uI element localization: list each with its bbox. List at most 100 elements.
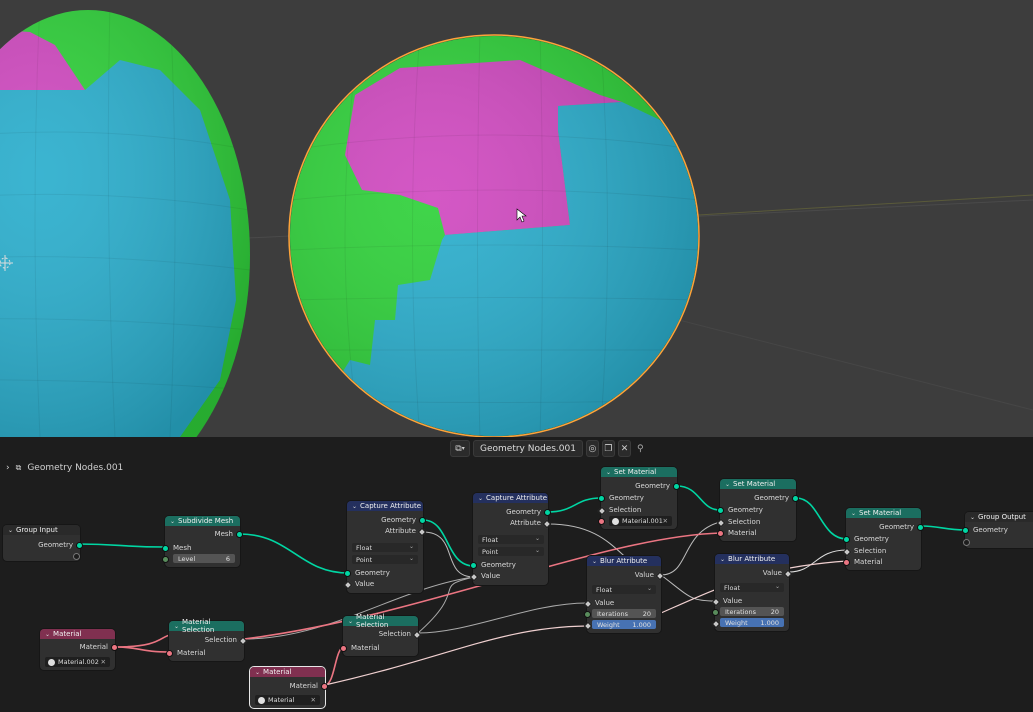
geometry-output-socket[interactable] (76, 542, 83, 549)
node-header[interactable]: ⌄ Group Input (3, 525, 80, 535)
data-type-dropdown[interactable]: Float ⌄ (478, 535, 544, 544)
chevron-down-icon: ⌄ (408, 543, 414, 550)
node-header[interactable]: ⌄ Blur Attribute (715, 554, 789, 564)
node-header[interactable]: ⌄ Capture Attribute (473, 493, 548, 503)
level-field[interactable]: Level 6 (173, 554, 235, 563)
mesh-input-socket[interactable] (162, 545, 169, 552)
material-field[interactable]: Material ✕ (255, 695, 320, 705)
capture-attribute-node[interactable]: ⌄ Capture Attribute Geometry Attribute Fl… (469, 493, 552, 585)
material-output-socket[interactable] (111, 644, 118, 651)
x-axis-line (697, 194, 1033, 216)
duplicate-button[interactable]: ❐ (601, 440, 615, 457)
material-selection-node[interactable]: ⌄ Material Selection Selection Material (340, 613, 422, 656)
subdivide-mesh-node[interactable]: ⌄ Subdivide Mesh Mesh Mesh Level 6 (162, 516, 243, 567)
empty-output-socket[interactable] (73, 553, 80, 560)
material-node[interactable]: ⌄ Material Material Material.002 ✕ (40, 629, 118, 670)
domain-dropdown[interactable]: Point ⌄ (478, 547, 544, 556)
set-material-node[interactable]: ⌄ Set Material Geometry Geometry Selectio… (597, 467, 680, 529)
node-header[interactable]: ⌄ Subdivide Mesh (165, 516, 240, 526)
material-output-socket[interactable] (321, 683, 328, 690)
field-label: Weight (597, 620, 620, 629)
iterations-field[interactable]: Iterations 20 (592, 609, 656, 618)
geometry-input-socket[interactable] (344, 570, 351, 577)
group-input-node[interactable]: ⌄ Group Input Geometry (3, 525, 83, 561)
node-header[interactable]: ⌄ Set Material (846, 508, 921, 518)
pin-icon[interactable]: ⚲ (637, 444, 644, 454)
close-icon[interactable]: ✕ (311, 696, 316, 704)
material-field[interactable]: Material.001 ✕ (609, 516, 672, 526)
field-label: Iterations (725, 607, 756, 616)
geometry-input-socket[interactable] (717, 507, 724, 514)
close-icon[interactable]: ✕ (663, 517, 668, 525)
link-material (114, 646, 171, 653)
field-label: Iterations (597, 609, 628, 618)
node-header[interactable]: ⌄ Capture Attribute (347, 501, 423, 511)
geometry-input-socket[interactable] (962, 527, 969, 534)
socket-label: Attribute (385, 526, 416, 535)
node-header[interactable]: ⌄ Set Material (601, 467, 677, 477)
geometry-output-socket[interactable] (544, 509, 551, 516)
node-tree-type-dropdown[interactable]: ⧉ ▾ (450, 440, 470, 457)
geometry-output-socket[interactable] (792, 495, 799, 502)
mesh-output-socket[interactable] (236, 531, 243, 538)
capture-attribute-node[interactable]: ⌄ Capture Attribute Geometry Attribute Fl… (343, 501, 427, 593)
data-type-dropdown[interactable]: Float ⌄ (592, 585, 656, 594)
set-material-node[interactable]: ⌄ Set Material Geometry Geometry Selectio… (842, 508, 924, 570)
node-header[interactable]: ⌄ Material (40, 629, 115, 639)
blur-attribute-node[interactable]: ⌄ Blur Attribute Value Float ⌄ Value Itera… (583, 556, 665, 633)
iterations-field[interactable]: Iterations 20 (720, 607, 784, 616)
field-label: Weight (725, 618, 748, 627)
material-field[interactable]: Material.002 ✕ (45, 657, 110, 667)
group-output-node[interactable]: ⌄ Group Output Geometry (962, 512, 1033, 548)
material-selection-node[interactable]: ⌄ Material Selection Selection Material (166, 618, 248, 661)
socket-label: Value (355, 579, 375, 588)
geometry-input-socket[interactable] (843, 536, 850, 543)
node-editor[interactable]: ⧉ ▾ Geometry Nodes.001 ◎ ❐ ✕ ⚲ › ⧉ Geomet… (0, 437, 1033, 712)
node-header[interactable]: ⌄ Material Selection (169, 618, 244, 634)
geometry-output-socket[interactable] (419, 517, 426, 524)
geometry-output-socket[interactable] (917, 524, 924, 531)
material-name: Material.001 (622, 517, 663, 525)
blur-attribute-node[interactable]: ⌄ Blur Attribute Value Float ⌄ Value Itera… (711, 554, 793, 631)
weight-field[interactable]: Weight 1.000 (592, 620, 656, 629)
data-type-dropdown[interactable]: Float ⌄ (352, 543, 418, 552)
material-input-socket[interactable] (340, 645, 347, 652)
node-header[interactable]: ⌄ Set Material (720, 479, 796, 489)
chevron-down-icon: ⌄ (352, 502, 358, 510)
3d-viewport[interactable] (0, 0, 1033, 437)
geometry-input-socket[interactable] (470, 562, 477, 569)
node-header[interactable]: ⌄ Group Output (965, 512, 1033, 522)
node-header[interactable]: ⌄ Material (250, 667, 325, 677)
unlink-button[interactable]: ✕ (617, 440, 631, 457)
material-input-socket[interactable] (717, 530, 724, 537)
iterations-input-socket[interactable] (712, 609, 719, 616)
node-title: Set Material (614, 468, 657, 476)
node-tree-name-field[interactable]: Geometry Nodes.001 (473, 440, 583, 457)
fake-user-button[interactable]: ◎ (585, 440, 599, 457)
domain-dropdown[interactable]: Point ⌄ (352, 555, 418, 564)
socket-label: Material (728, 528, 757, 537)
level-input-socket[interactable] (162, 556, 169, 563)
chevron-right-icon[interactable]: › (6, 463, 10, 473)
geometry-input-socket[interactable] (598, 495, 605, 502)
empty-input-socket[interactable] (963, 539, 970, 546)
chevron-down-icon: ⌄ (774, 583, 780, 590)
chevron-down-icon: ⌄ (606, 468, 612, 476)
weight-field[interactable]: Weight 1.000 (720, 618, 784, 627)
material-input-socket[interactable] (598, 518, 605, 525)
iterations-input-socket[interactable] (584, 611, 591, 618)
material-input-socket[interactable] (843, 559, 850, 566)
chevron-down-icon: ⌄ (348, 617, 354, 625)
close-icon[interactable]: ✕ (101, 658, 106, 666)
copy-icon: ❐ (604, 443, 613, 454)
node-tree-icon: ⧉ (15, 463, 22, 472)
material-node[interactable]: ⌄ Material Material Material ✕ (250, 667, 328, 708)
data-type-dropdown[interactable]: Float ⌄ (720, 583, 784, 592)
set-material-node[interactable]: ⌄ Set Material Geometry Geometry Selectio… (716, 479, 799, 541)
socket-label: Attribute (510, 518, 541, 527)
node-header[interactable]: ⌄ Blur Attribute (587, 556, 661, 566)
geometry-output-socket[interactable] (673, 483, 680, 490)
node-header[interactable]: ⌄ Material Selection (343, 613, 418, 629)
material-input-socket[interactable] (166, 650, 173, 657)
node-title: Set Material (733, 480, 776, 488)
